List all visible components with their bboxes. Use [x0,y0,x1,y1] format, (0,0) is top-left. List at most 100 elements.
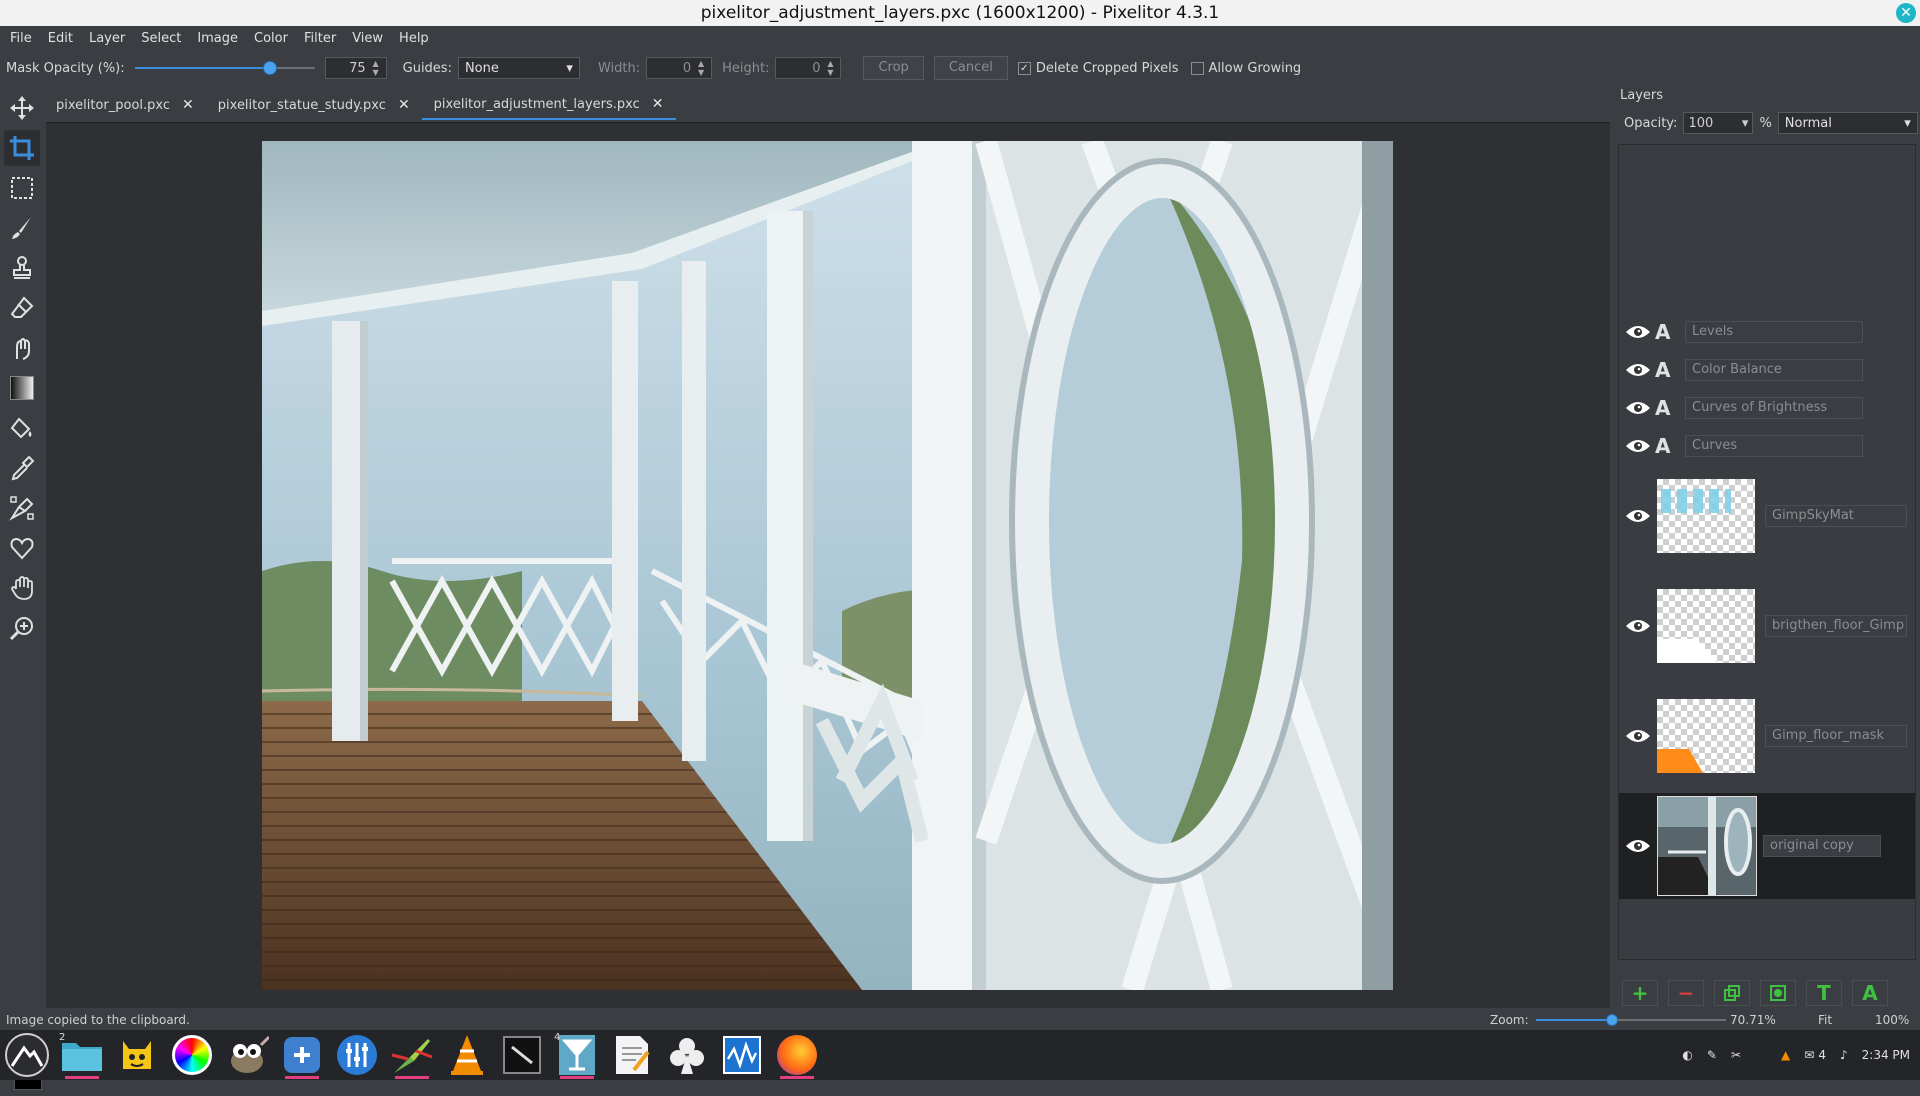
vlc-tray-icon[interactable]: ▲ [1781,1048,1790,1062]
mask-opacity-spinner[interactable]: 75 ▲ ▼ [324,57,387,79]
eye-icon[interactable] [1625,362,1651,378]
cancel-button[interactable]: Cancel [933,56,1008,80]
file-manager-icon[interactable]: 2 [57,1030,107,1080]
launcher-icon[interactable] [2,1030,52,1080]
cocktail-app-icon[interactable]: 4 [552,1030,602,1080]
slider-handle[interactable] [1606,1014,1618,1026]
layer-row-curves[interactable]: A Curves [1619,431,1915,461]
guides-dropdown[interactable]: None ▾ [457,57,580,79]
layer-row-gimpskymat[interactable]: GimpSkyMat [1619,473,1915,559]
layer-row-curves-of-brightness[interactable]: A Curves of Brightness [1619,393,1915,423]
clock[interactable]: 2:34 PM [1862,1048,1910,1062]
zoom-slider[interactable] [1536,1010,1726,1030]
move-tool-icon[interactable] [4,90,40,126]
mixer-app-icon[interactable] [332,1030,382,1080]
allow-growing-checkbox[interactable]: Allow Growing [1190,61,1301,76]
crop-tool-icon[interactable] [4,130,40,166]
eye-icon[interactable] [1625,324,1651,340]
zoom-tool-icon[interactable] [4,610,40,646]
add-adjustment-layer-button[interactable]: A [1852,980,1888,1006]
firefox-icon[interactable] [772,1030,822,1080]
tab-pixelitor-adjustment-layers[interactable]: pixelitor_adjustment_layers.pxc ✕ [421,90,676,120]
layer-name-field[interactable]: Levels [1685,321,1863,343]
mask-opacity-slider[interactable] [134,58,315,78]
color-picker-tool-icon[interactable] [4,450,40,486]
notifications-icon[interactable]: ✉ [1804,1048,1814,1062]
layer-name-field[interactable]: Gimp_floor_mask [1765,725,1907,747]
crop-button[interactable]: Crop [863,56,924,80]
add-layer-button[interactable]: + [1622,980,1658,1006]
menu-image[interactable]: Image [189,31,246,46]
color-wheel-app-icon[interactable] [167,1030,217,1080]
monster-app-icon[interactable] [112,1030,162,1080]
selection-tool-icon[interactable] [4,170,40,206]
menu-view[interactable]: View [344,31,391,46]
menu-select[interactable]: Select [133,31,189,46]
add-text-layer-button[interactable]: T [1806,980,1842,1006]
pen-tool-icon[interactable] [4,490,40,526]
gimp-icon[interactable] [222,1030,272,1080]
layer-name-field[interactable]: Curves [1685,435,1863,457]
layer-row-brigthen-floor-gimp[interactable]: brigthen_floor_Gimp [1619,583,1915,669]
delete-layer-button[interactable]: − [1668,980,1704,1006]
add-mask-button[interactable] [1760,980,1796,1006]
menu-filter[interactable]: Filter [296,31,344,46]
solitaire-icon[interactable] [662,1030,712,1080]
pen-tray-icon[interactable]: ✎ [1707,1048,1717,1062]
inkscape-pen-icon[interactable] [387,1030,437,1080]
settings-app-icon[interactable] [277,1030,327,1080]
chevron-down-icon[interactable]: ▾ [1742,116,1749,131]
vlc-icon[interactable] [442,1030,492,1080]
menu-file[interactable]: File [2,31,40,46]
duplicate-layer-button[interactable] [1714,980,1750,1006]
layer-row-color-balance[interactable]: A Color Balance [1619,355,1915,385]
layer-name-field[interactable]: Curves of Brightness [1685,397,1863,419]
layer-name-field[interactable]: Color Balance [1685,359,1863,381]
delete-cropped-pixels-checkbox[interactable]: ✓ Delete Cropped Pixels [1017,61,1179,76]
layer-row-original-copy[interactable]: original copy [1619,793,1915,899]
slider-handle[interactable] [262,61,277,75]
menu-help[interactable]: Help [391,31,437,46]
paint-bucket-tool-icon[interactable] [4,410,40,446]
close-window-button[interactable]: ✕ [1896,3,1916,23]
spinner-arrows-icon[interactable]: ▲ ▼ [370,59,382,77]
layer-name-field[interactable]: brigthen_floor_Gimp [1765,615,1907,637]
layer-name-field[interactable]: original copy [1763,835,1881,857]
scissors-icon[interactable]: ✂ [1731,1048,1741,1062]
smudge-tool-icon[interactable] [4,330,40,366]
close-icon[interactable]: ✕ [182,97,194,113]
system-monitor-icon[interactable] [717,1030,767,1080]
layer-opacity-input[interactable]: 100 ▾ [1683,112,1754,134]
spinner-arrows-icon[interactable]: ▲ ▼ [695,59,707,77]
eye-icon[interactable] [1625,508,1651,524]
eye-icon[interactable] [1625,618,1651,634]
gradient-tool-icon[interactable] [4,370,40,406]
close-icon[interactable]: ✕ [652,96,664,112]
tab-pixelitor-statue-study[interactable]: pixelitor_statue_study.pxc ✕ [206,90,422,120]
layer-row-gimp-floor-mask[interactable]: Gimp_floor_mask [1619,693,1915,779]
menu-edit[interactable]: Edit [40,31,81,46]
eraser-tool-icon[interactable] [4,290,40,326]
brush-tool-icon[interactable] [4,210,40,246]
width-spinner[interactable]: 0 ▲ ▼ [646,57,713,79]
layer-row-levels[interactable]: A Levels [1619,317,1915,347]
spinner-arrows-icon[interactable]: ▲ ▼ [824,59,836,77]
height-spinner[interactable]: 0 ▲ ▼ [775,57,842,79]
zoom-100-button[interactable]: 100% [1875,1013,1909,1027]
close-icon[interactable]: ✕ [398,97,410,113]
shapes-tool-icon[interactable] [4,530,40,566]
layer-name-field[interactable]: GimpSkyMat [1765,505,1907,527]
eye-icon[interactable] [1625,438,1651,454]
volume-icon[interactable]: ♪ [1840,1048,1848,1062]
menu-layer[interactable]: Layer [81,31,133,46]
eye-icon[interactable] [1625,838,1651,854]
clone-stamp-tool-icon[interactable] [4,250,40,286]
hand-tool-icon[interactable] [4,570,40,606]
blend-mode-dropdown[interactable]: Normal ▾ [1777,112,1918,134]
zoom-fit-button[interactable]: Fit [1818,1013,1832,1027]
night-light-icon[interactable]: ◐ [1682,1048,1692,1062]
terminal-icon[interactable] [497,1030,547,1080]
canvas-image[interactable] [262,141,1393,990]
eye-icon[interactable] [1625,728,1651,744]
tab-pixelitor-pool[interactable]: pixelitor_pool.pxc ✕ [44,90,206,120]
